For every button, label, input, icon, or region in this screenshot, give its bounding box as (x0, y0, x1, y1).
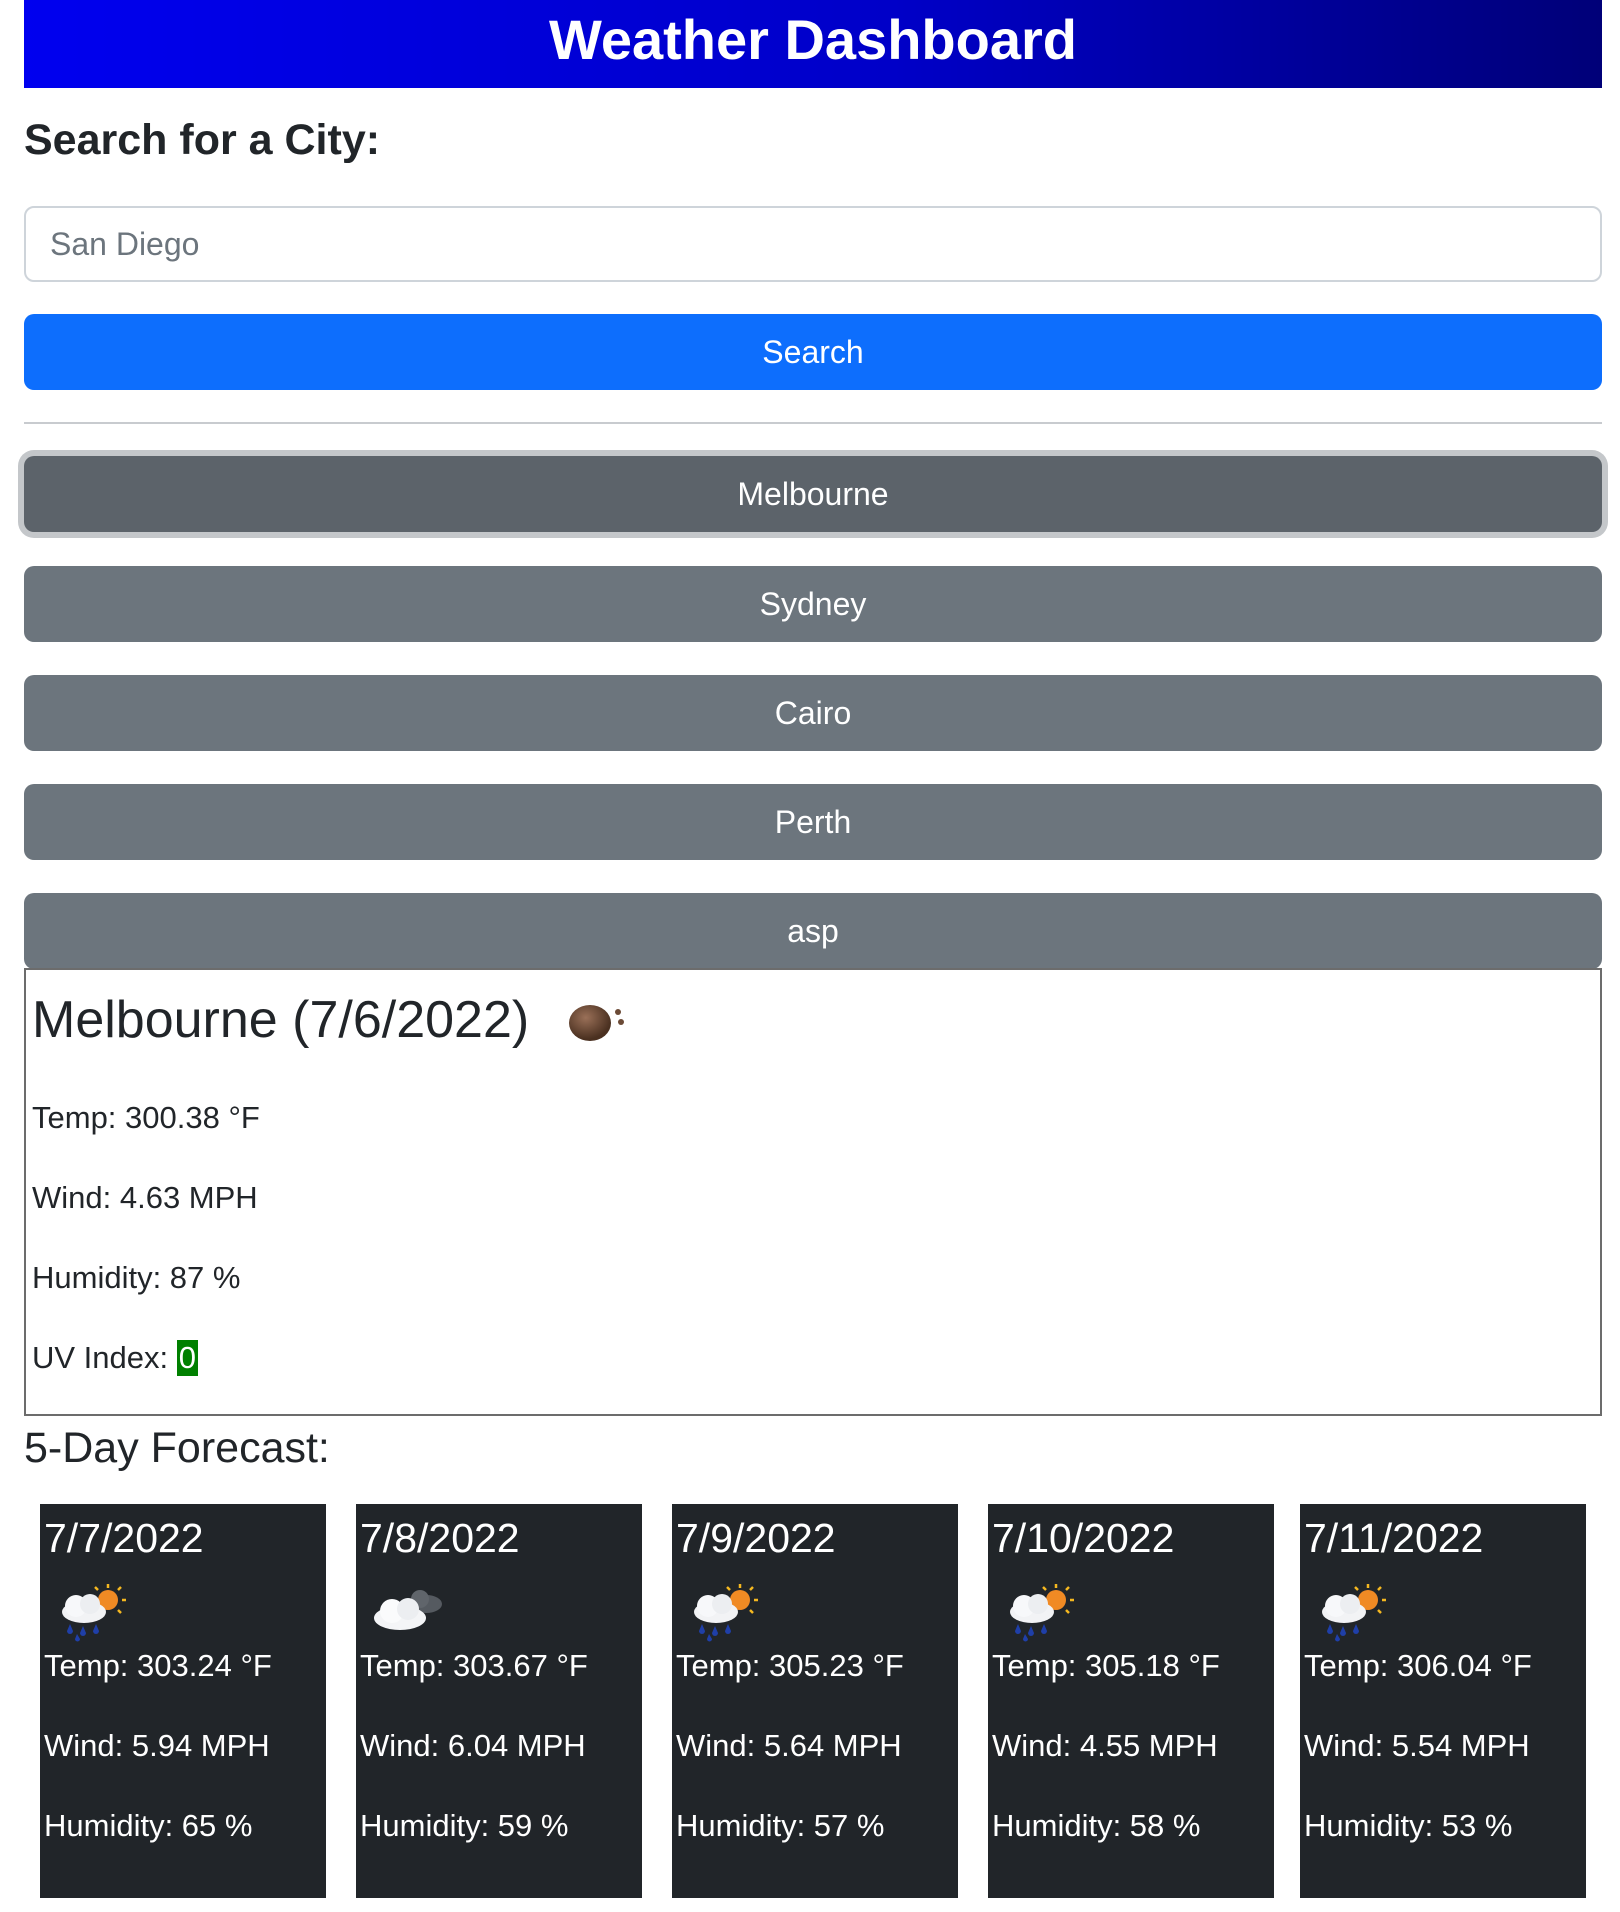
cloudy-night-icon (374, 1590, 442, 1630)
forecast-humidity: Humidity: 57 % (676, 1808, 885, 1843)
history-button-asp[interactable]: asp (24, 893, 1602, 969)
forecast-temp: Temp: 305.18 °F (992, 1648, 1220, 1683)
rain-sun-icon (694, 1584, 758, 1642)
search-button[interactable]: Search (24, 314, 1602, 390)
forecast-wind: Wind: 6.04 MPH (360, 1728, 586, 1763)
forecast-heading: 5-Day Forecast: (24, 1424, 330, 1472)
search-heading: Search for a City: (24, 116, 381, 164)
current-uv: UV Index: 0 (32, 1338, 198, 1378)
forecast-date: 7/8/2022 (360, 1515, 520, 1561)
history-button-cairo[interactable]: Cairo (24, 675, 1602, 751)
current-wind: Wind: 4.63 MPH (32, 1180, 258, 1215)
current-humidity: Humidity: 87 % (32, 1260, 241, 1295)
forecast-card: 7/9/2022 Temp: 305.23 °F Wind: 5.64 MPH … (672, 1504, 958, 1898)
forecast-card: 7/10/2022 Temp: 305.18 °F Wind: 4.55 MPH… (988, 1504, 1274, 1898)
forecast-date: 7/11/2022 (1304, 1515, 1484, 1561)
forecast-wind: Wind: 5.54 MPH (1304, 1728, 1530, 1763)
history-button-sydney[interactable]: Sydney (24, 566, 1602, 642)
rain-sun-icon (1322, 1584, 1386, 1642)
forecast-card: 7/8/2022 Temp: 303.67 °F Wind: 6.04 MPH … (356, 1504, 642, 1898)
rain-sun-icon (62, 1584, 126, 1642)
forecast-temp: Temp: 303.24 °F (44, 1648, 272, 1683)
forecast-humidity: Humidity: 53 % (1304, 1808, 1513, 1843)
divider (24, 422, 1602, 424)
mist-haze-icon (569, 1005, 624, 1041)
uv-index-badge: 0 (176, 1340, 198, 1376)
forecast-date: 7/7/2022 (44, 1515, 204, 1561)
current-temp: Temp: 300.38 °F (32, 1100, 260, 1135)
forecast-humidity: Humidity: 59 % (360, 1808, 569, 1843)
history-button-perth[interactable]: Perth (24, 784, 1602, 860)
forecast-temp: Temp: 306.04 °F (1304, 1648, 1532, 1683)
rain-sun-icon (1010, 1584, 1074, 1642)
forecast-temp: Temp: 305.23 °F (676, 1648, 904, 1683)
uv-label: UV Index: (32, 1340, 177, 1375)
current-city-title: Melbourne (7/6/2022) (32, 991, 530, 1049)
forecast-humidity: Humidity: 58 % (992, 1808, 1201, 1843)
page-header: Weather Dashboard (24, 0, 1602, 88)
forecast-temp: Temp: 303.67 °F (360, 1648, 588, 1683)
forecast-wind: Wind: 4.55 MPH (992, 1728, 1218, 1763)
forecast-card: 7/11/2022 Temp: 306.04 °F Wind: 5.54 MPH… (1300, 1504, 1586, 1898)
city-search-input[interactable] (24, 206, 1602, 282)
forecast-wind: Wind: 5.94 MPH (44, 1728, 270, 1763)
history-button-melbourne[interactable]: Melbourne (24, 456, 1602, 532)
weather-dashboard: Weather Dashboard Search for a City: Sea… (0, 0, 1620, 1912)
current-weather-panel: Melbourne (7/6/2022) Temp: 300.38 °F Win… (24, 968, 1602, 1416)
forecast-date: 7/10/2022 (992, 1515, 1175, 1561)
forecast-humidity: Humidity: 65 % (44, 1808, 253, 1843)
forecast-date: 7/9/2022 (676, 1515, 836, 1561)
forecast-card: 7/7/2022 Temp: 303.24 °F Wind: 5.94 MPH … (40, 1504, 326, 1898)
forecast-wind: Wind: 5.64 MPH (676, 1728, 902, 1763)
